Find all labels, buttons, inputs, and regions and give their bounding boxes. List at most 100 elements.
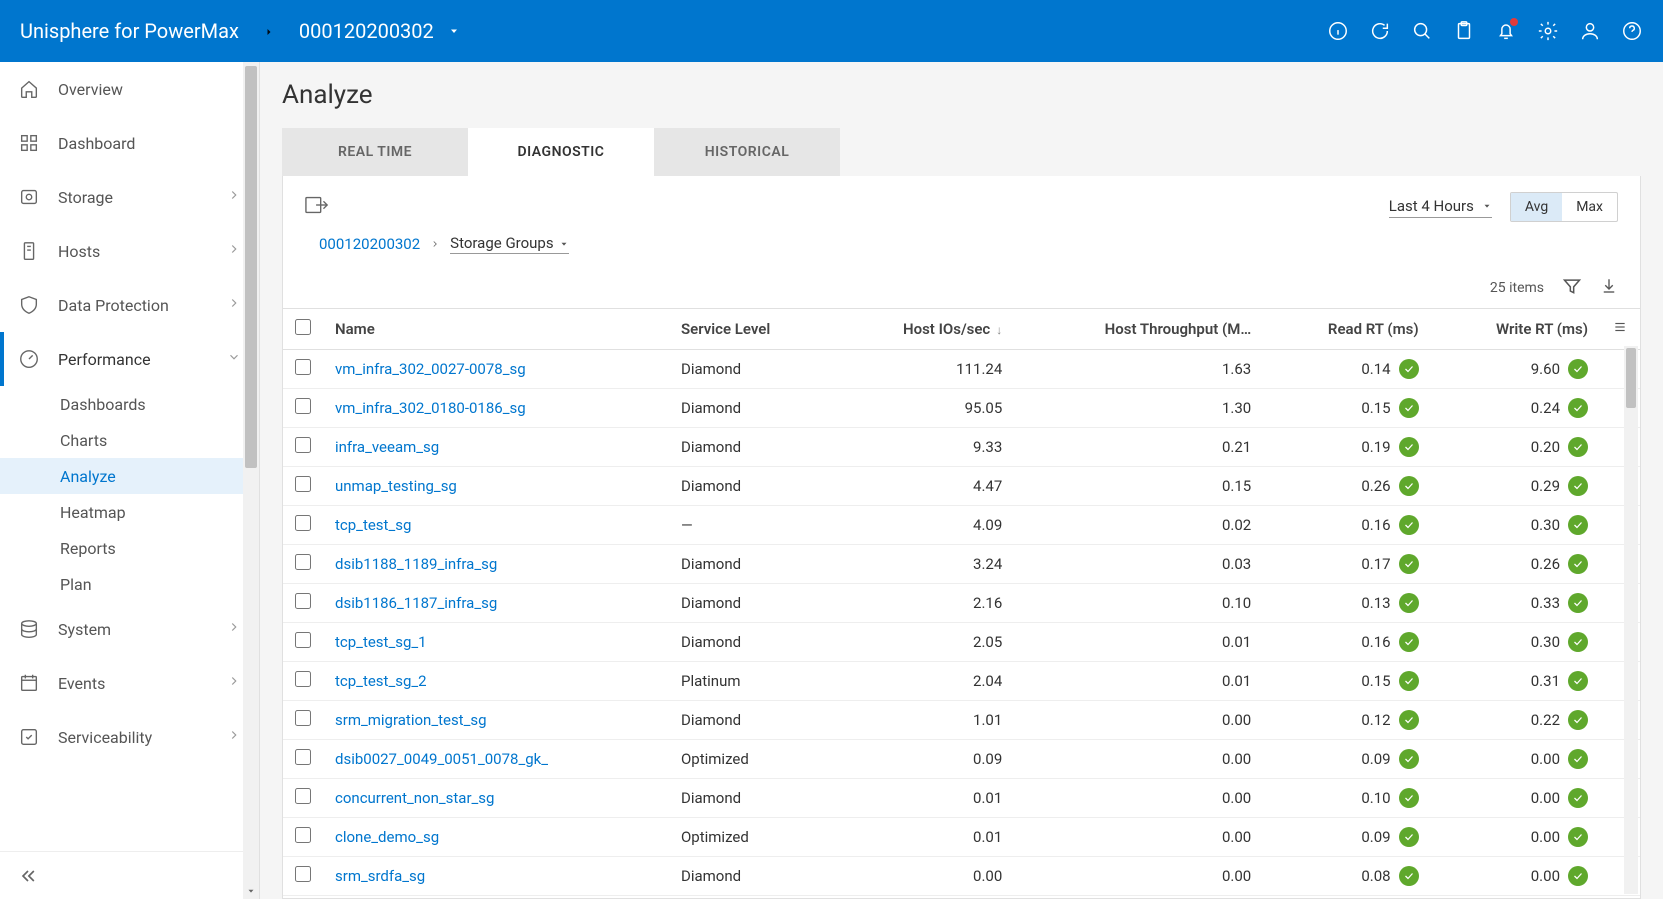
row-select[interactable] bbox=[283, 428, 323, 467]
download-icon[interactable] bbox=[1600, 276, 1618, 300]
sidebar-subitem-dashboards[interactable]: Dashboards bbox=[0, 386, 259, 422]
storage-group-link[interactable]: srm_migration_test_sg bbox=[335, 711, 487, 729]
storage-group-link[interactable]: srm_srdfa_sg bbox=[335, 867, 425, 885]
sidebar-item-performance[interactable]: Performance bbox=[0, 332, 259, 386]
row-select[interactable] bbox=[283, 779, 323, 818]
row-select[interactable] bbox=[283, 662, 323, 701]
row-select[interactable] bbox=[283, 818, 323, 857]
sidebar-item-label: Reports bbox=[60, 539, 241, 558]
scrollbar-thumb[interactable] bbox=[1626, 348, 1636, 408]
gear-icon[interactable] bbox=[1537, 20, 1559, 42]
row-checkbox[interactable] bbox=[295, 554, 311, 570]
sidebar-item-system[interactable]: System bbox=[0, 602, 259, 656]
item-count: 25 items bbox=[1490, 280, 1544, 296]
scrollbar-thumb[interactable] bbox=[245, 66, 257, 468]
sidebar-item-data-protection[interactable]: Data Protection bbox=[0, 278, 259, 332]
col-header[interactable]: Service Level bbox=[669, 309, 834, 350]
help-icon[interactable] bbox=[1621, 20, 1643, 42]
cell-host-ios: 0.01 bbox=[834, 818, 1014, 857]
column-menu-icon[interactable] bbox=[1600, 309, 1640, 350]
row-checkbox[interactable] bbox=[295, 827, 311, 843]
storage-group-link[interactable]: dsib1188_1189_infra_sg bbox=[335, 555, 497, 573]
storage-group-link[interactable]: unmap_testing_sg bbox=[335, 477, 457, 495]
sidebar-item-storage[interactable]: Storage bbox=[0, 170, 259, 224]
cell-name: srm_migration_test_sg bbox=[323, 701, 669, 740]
time-range-selector[interactable]: Last 4 Hours bbox=[1389, 197, 1492, 218]
filter-icon[interactable] bbox=[1562, 276, 1582, 300]
storage-group-link[interactable]: tcp_test_sg_2 bbox=[335, 672, 427, 690]
col-header[interactable]: Host Throughput (M… bbox=[1014, 309, 1263, 350]
sidebar-item-events[interactable]: Events bbox=[0, 656, 259, 710]
export-icon[interactable] bbox=[305, 195, 329, 219]
breadcrumb-root[interactable]: 000120200302 bbox=[319, 235, 420, 253]
search-icon[interactable] bbox=[1411, 20, 1433, 42]
max-button[interactable]: Max bbox=[1562, 193, 1617, 221]
sidebar-item-overview[interactable]: Overview bbox=[0, 62, 259, 116]
sidebar-item-dashboard[interactable]: Dashboard bbox=[0, 116, 259, 170]
tab-real-time[interactable]: REAL TIME bbox=[282, 128, 468, 176]
tab-historical[interactable]: HISTORICAL bbox=[654, 128, 840, 176]
scrollbar-down-icon[interactable] bbox=[243, 883, 259, 899]
col-header[interactable]: Write RT (ms) bbox=[1431, 309, 1600, 350]
row-select[interactable] bbox=[283, 545, 323, 584]
cell-name: concurrent_non_star_sg bbox=[323, 779, 669, 818]
row-select[interactable] bbox=[283, 701, 323, 740]
storage-group-link[interactable]: concurrent_non_star_sg bbox=[335, 789, 494, 807]
row-checkbox[interactable] bbox=[295, 476, 311, 492]
row-checkbox[interactable] bbox=[295, 515, 311, 531]
cell-write-rt: 0.29 bbox=[1431, 467, 1600, 506]
col-header[interactable]: Host IOs/sec↓ bbox=[834, 309, 1014, 350]
row-checkbox[interactable] bbox=[295, 398, 311, 414]
storage-group-link[interactable]: vm_infra_302_0180-0186_sg bbox=[335, 399, 526, 417]
sidebar-subitem-reports[interactable]: Reports bbox=[0, 530, 259, 566]
array-selector[interactable]: 000120200302 bbox=[299, 19, 460, 43]
sidebar-item-hosts[interactable]: Hosts bbox=[0, 224, 259, 278]
sidebar-scrollbar[interactable] bbox=[243, 62, 259, 899]
row-select[interactable] bbox=[283, 857, 323, 896]
storage-group-link[interactable]: dsib0027_0049_0051_0078_gk_ bbox=[335, 750, 548, 768]
user-icon[interactable] bbox=[1579, 20, 1601, 42]
storage-group-link[interactable]: tcp_test_sg_1 bbox=[335, 633, 427, 651]
sidebar-subitem-charts[interactable]: Charts bbox=[0, 422, 259, 458]
info-icon[interactable] bbox=[1327, 20, 1349, 42]
sidebar-subitem-analyze[interactable]: Analyze bbox=[0, 458, 259, 494]
storage-group-link[interactable]: clone_demo_sg bbox=[335, 828, 439, 846]
row-checkbox[interactable] bbox=[295, 710, 311, 726]
row-checkbox[interactable] bbox=[295, 749, 311, 765]
row-checkbox[interactable] bbox=[295, 671, 311, 687]
chevron-right-icon bbox=[430, 239, 440, 249]
row-checkbox[interactable] bbox=[295, 593, 311, 609]
row-select[interactable] bbox=[283, 506, 323, 545]
row-select[interactable] bbox=[283, 584, 323, 623]
table-scrollbar[interactable] bbox=[1624, 346, 1638, 894]
col-header[interactable]: Name bbox=[323, 309, 669, 350]
row-checkbox[interactable] bbox=[295, 359, 311, 375]
storage-group-link[interactable]: vm_infra_302_0027-0078_sg bbox=[335, 360, 526, 378]
row-select[interactable] bbox=[283, 350, 323, 389]
row-select[interactable] bbox=[283, 389, 323, 428]
breadcrumb-current[interactable]: Storage Groups bbox=[450, 234, 569, 254]
collapse-sidebar-button[interactable] bbox=[0, 851, 259, 899]
row-checkbox[interactable] bbox=[295, 788, 311, 804]
row-checkbox[interactable] bbox=[295, 632, 311, 648]
col-header[interactable]: Read RT (ms) bbox=[1263, 309, 1430, 350]
refresh-icon[interactable] bbox=[1369, 20, 1391, 42]
storage-group-link[interactable]: dsib1186_1187_infra_sg bbox=[335, 594, 497, 612]
storage-group-link[interactable]: tcp_test_sg bbox=[335, 516, 411, 534]
sidebar-subitem-heatmap[interactable]: Heatmap bbox=[0, 494, 259, 530]
clipboard-icon[interactable] bbox=[1453, 20, 1475, 42]
avg-button[interactable]: Avg bbox=[1511, 193, 1562, 221]
row-select[interactable] bbox=[283, 467, 323, 506]
table-row: dsib0027_0049_0051_0078_gk_Optimized0.09… bbox=[283, 740, 1640, 779]
row-select[interactable] bbox=[283, 740, 323, 779]
sidebar-subitem-plan[interactable]: Plan bbox=[0, 566, 259, 602]
select-all-header[interactable] bbox=[283, 309, 323, 350]
select-all-checkbox[interactable] bbox=[295, 319, 311, 335]
bell-icon[interactable] bbox=[1495, 20, 1517, 42]
row-select[interactable] bbox=[283, 623, 323, 662]
tab-diagnostic[interactable]: DIAGNOSTIC bbox=[468, 128, 654, 176]
row-checkbox[interactable] bbox=[295, 437, 311, 453]
storage-group-link[interactable]: infra_veeam_sg bbox=[335, 438, 439, 456]
sidebar-item-serviceability[interactable]: Serviceability bbox=[0, 710, 259, 764]
row-checkbox[interactable] bbox=[295, 866, 311, 882]
